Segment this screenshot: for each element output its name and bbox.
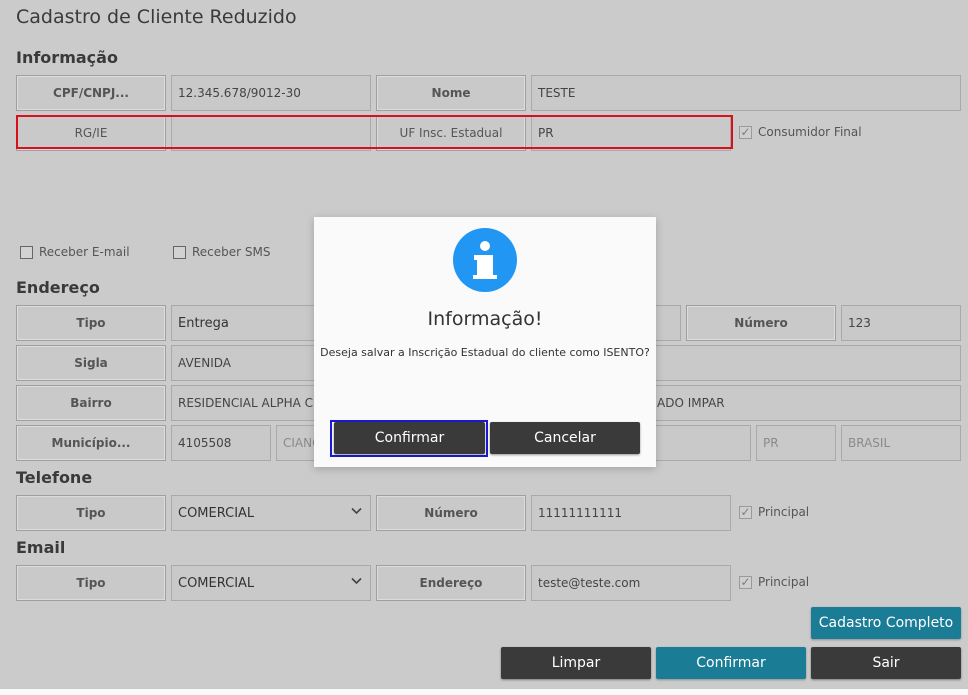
endereco-numero-label: Número: [686, 305, 836, 341]
confirm-dialog: Informação! Deseja salvar a Inscrição Es…: [314, 217, 656, 467]
municipio-button[interactable]: Município...: [16, 425, 166, 461]
section-telefone-heading: Telefone: [16, 468, 93, 487]
bairro-value-extra: ADO IMPAR: [657, 396, 725, 410]
bairro-label: Bairro: [16, 385, 166, 421]
section-endereco-heading: Endereço: [16, 278, 100, 297]
footer-strip: [0, 689, 968, 695]
email-tipo-value: COMERCIAL: [178, 575, 255, 591]
endereco-numero-field[interactable]: 123: [841, 305, 961, 341]
municipio-code-field[interactable]: 4105508: [171, 425, 271, 461]
checkbox-icon: [173, 245, 186, 259]
chevron-down-icon: [351, 505, 362, 518]
email-endereco-field[interactable]: teste@teste.com: [531, 565, 731, 601]
sair-button[interactable]: Sair: [811, 647, 961, 679]
sigla-label: Sigla: [16, 345, 166, 381]
checkmark-icon: ✓: [739, 125, 752, 139]
consumidor-final-label: Consumidor Final: [758, 125, 862, 139]
telefone-tipo-select[interactable]: COMERCIAL: [171, 495, 371, 531]
receber-email-checkbox[interactable]: Receber E-mail: [20, 245, 130, 259]
telefone-principal-checkbox[interactable]: ✓ Principal: [739, 505, 809, 519]
bairro-value: RESIDENCIAL ALPHA CLU: [178, 396, 328, 410]
telefone-numero-label: Número: [376, 495, 526, 531]
section-informacao-heading: Informação: [16, 48, 118, 67]
confirmar-button[interactable]: Confirmar: [656, 647, 806, 679]
section-email-heading: Email: [16, 538, 66, 557]
page-title: Cadastro de Cliente Reduzido: [16, 6, 297, 28]
receber-sms-label: Receber SMS: [192, 245, 271, 259]
email-principal-checkbox[interactable]: ✓ Principal: [739, 575, 809, 589]
telefone-numero-field[interactable]: 11111111111: [531, 495, 731, 531]
telefone-tipo-value: COMERCIAL: [178, 505, 255, 521]
cpf-cnpj-button[interactable]: CPF/CNPJ...: [16, 75, 166, 111]
checkmark-icon: ✓: [739, 575, 752, 589]
checkbox-icon: [20, 245, 33, 259]
receber-email-label: Receber E-mail: [39, 245, 130, 259]
municipio-uf-field: PR: [756, 425, 836, 461]
telefone-principal-label: Principal: [758, 505, 810, 519]
dialog-message: Deseja salvar a Inscrição Estadual do cl…: [320, 346, 650, 359]
consumidor-final-checkbox[interactable]: ✓ Consumidor Final: [739, 125, 862, 139]
pais-field: BRASIL: [841, 425, 961, 461]
dialog-cancel-button[interactable]: Cancelar: [490, 422, 640, 454]
email-tipo-select[interactable]: COMERCIAL: [171, 565, 371, 601]
nome-label: Nome: [376, 75, 526, 111]
email-endereco-label: Endereço: [376, 565, 526, 601]
dialog-confirm-button[interactable]: Confirmar: [334, 422, 485, 454]
receber-sms-checkbox[interactable]: Receber SMS: [173, 245, 271, 259]
info-icon: [453, 228, 517, 292]
telefone-tipo-label: Tipo: [16, 495, 166, 531]
cadastro-completo-button[interactable]: Cadastro Completo: [811, 607, 961, 639]
cpf-cnpj-field[interactable]: 12.345.678/9012-30: [171, 75, 371, 111]
email-principal-label: Principal: [758, 575, 810, 589]
email-tipo-label: Tipo: [16, 565, 166, 601]
dialog-title: Informação!: [427, 308, 543, 330]
endereco-tipo-label: Tipo: [16, 305, 166, 341]
checkmark-icon: ✓: [739, 505, 752, 519]
limpar-button[interactable]: Limpar: [501, 647, 651, 679]
nome-field[interactable]: TESTE: [531, 75, 961, 111]
validation-highlight: [16, 115, 733, 149]
chevron-down-icon: [351, 575, 362, 588]
